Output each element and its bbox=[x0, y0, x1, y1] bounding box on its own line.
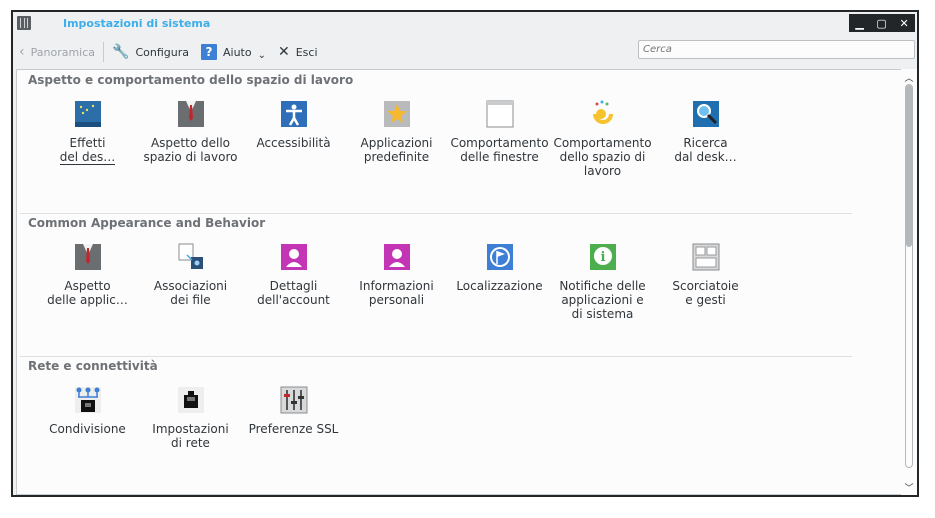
settings-content: Aspetto e comportamento dello spazio di … bbox=[16, 69, 902, 495]
system-settings-window: Impostazioni di sistema ▁ ▢ ✕ ‹ Panorami… bbox=[11, 10, 919, 497]
item-label: Accessibilità bbox=[256, 136, 331, 150]
quit-label: Esci bbox=[295, 45, 318, 59]
close-icon: ✕ bbox=[277, 44, 290, 60]
item-desktop-effects[interactable]: Effetti del des… bbox=[36, 92, 139, 178]
item-shortcuts[interactable]: Scorciatoie e gesti bbox=[654, 235, 757, 321]
wrench-icon: 🔧 bbox=[112, 44, 130, 60]
category-items: Effetti del des… Aspetto dello spazio di… bbox=[36, 92, 757, 178]
item-label: Scorciatoie e gesti bbox=[672, 279, 739, 307]
item-label: Condivisione bbox=[49, 422, 126, 436]
vertical-scrollbar[interactable]: ︿ ﹀ bbox=[901, 69, 917, 495]
accessibility-icon bbox=[280, 100, 308, 128]
item-label: Localizzazione bbox=[456, 279, 543, 293]
item-app-appearance[interactable]: Aspetto delle applic… bbox=[36, 235, 139, 321]
network-settings-icon bbox=[177, 386, 205, 414]
window-title: Impostazioni di sistema bbox=[63, 17, 211, 30]
workspace-theme-icon bbox=[177, 100, 205, 128]
item-label: Effetti del des… bbox=[59, 136, 116, 165]
item-sharing[interactable]: Condivisione bbox=[36, 378, 139, 450]
category-items: Condivisione Impostazioni di rete Prefer… bbox=[36, 378, 345, 450]
personal-info-icon bbox=[383, 243, 411, 271]
ssl-preferences-icon bbox=[280, 386, 308, 414]
category-title: Rete e connettività bbox=[28, 359, 158, 373]
item-notifications[interactable]: i Notifiche delle applicazioni e di sist… bbox=[551, 235, 654, 321]
item-desktop-search[interactable]: Ricerca dal desk… bbox=[654, 92, 757, 178]
help-icon: ? bbox=[200, 44, 217, 60]
back-label: Panoramica bbox=[30, 45, 96, 59]
item-label: Comportamento delle finestre bbox=[450, 136, 549, 164]
item-personal-info[interactable]: Informazioni personali bbox=[345, 235, 448, 321]
scrollbar-track[interactable] bbox=[905, 84, 913, 468]
item-ssl-preferences[interactable]: Preferenze SSL bbox=[242, 378, 345, 450]
scroll-down-icon[interactable]: ﹀ bbox=[901, 481, 917, 494]
item-label: Associazioni dei file bbox=[153, 279, 228, 307]
item-label: Impostazioni di rete bbox=[152, 422, 229, 450]
toolbar-separator bbox=[103, 42, 105, 62]
maximize-button[interactable]: ▢ bbox=[876, 17, 886, 30]
item-label: Applicazioni predefinite bbox=[360, 136, 433, 164]
notifications-icon: i bbox=[589, 243, 617, 271]
quit-button[interactable]: ✕ Esci bbox=[272, 40, 324, 64]
item-accessibility[interactable]: Accessibilità bbox=[242, 92, 345, 178]
item-label: Aspetto delle applic… bbox=[47, 279, 128, 307]
chevron-down-icon[interactable]: ⌄ bbox=[258, 50, 266, 61]
app-appearance-icon bbox=[74, 243, 102, 271]
help-button[interactable]: ? Aiuto ⌄ bbox=[195, 40, 272, 64]
back-button[interactable]: ‹ Panoramica bbox=[13, 40, 101, 64]
item-label: Dettagli dell'account bbox=[257, 279, 330, 307]
category-network: Rete e connettività Condivisione Imposta… bbox=[20, 356, 852, 494]
category-divider bbox=[20, 356, 852, 357]
item-workspace-behaviour[interactable]: Comportamento dello spazio di lavoro bbox=[551, 92, 654, 178]
item-label: Preferenze SSL bbox=[248, 422, 339, 436]
configure-label: Configura bbox=[135, 45, 189, 59]
item-label: Notifiche delle applicazioni e di sistem… bbox=[559, 279, 646, 321]
help-label: Aiuto bbox=[222, 45, 252, 59]
desktop-effects-icon bbox=[74, 100, 102, 128]
item-default-apps[interactable]: Applicazioni predefinite bbox=[345, 92, 448, 178]
item-workspace-theme[interactable]: Aspetto dello spazio di lavoro bbox=[139, 92, 242, 178]
category-title: Common Appearance and Behavior bbox=[28, 216, 266, 230]
chevron-left-icon: ‹ bbox=[19, 44, 25, 60]
account-details-icon bbox=[280, 243, 308, 271]
scrollbar-thumb[interactable] bbox=[906, 85, 912, 247]
desktop-search-icon bbox=[692, 100, 720, 128]
svg-text:i: i bbox=[600, 250, 605, 265]
category-items: Aspetto delle applic… Associazioni dei f… bbox=[36, 235, 757, 321]
category-title: Aspetto e comportamento dello spazio di … bbox=[28, 73, 354, 87]
file-associations-icon bbox=[177, 243, 205, 271]
category-common-appearance: Common Appearance and Behavior Aspetto d… bbox=[20, 213, 852, 356]
minimize-button[interactable]: ▁ bbox=[855, 17, 863, 30]
search-input[interactable] bbox=[638, 40, 915, 59]
item-window-behaviour[interactable]: Comportamento delle finestre bbox=[448, 92, 551, 178]
item-label: Informazioni personali bbox=[359, 279, 434, 307]
item-network-settings[interactable]: Impostazioni di rete bbox=[139, 378, 242, 450]
configure-button[interactable]: 🔧 Configura bbox=[106, 40, 195, 64]
scroll-up-icon[interactable]: ︿ bbox=[901, 71, 917, 84]
category-workspace: Aspetto e comportamento dello spazio di … bbox=[20, 70, 852, 213]
window-controls: ▁ ▢ ✕ bbox=[849, 14, 915, 32]
close-button[interactable]: ✕ bbox=[899, 17, 908, 30]
item-label: Comportamento dello spazio di lavoro bbox=[553, 136, 652, 178]
item-label: Aspetto dello spazio di lavoro bbox=[143, 136, 238, 164]
category-divider bbox=[20, 213, 852, 214]
title-bar[interactable]: Impostazioni di sistema ▁ ▢ ✕ bbox=[13, 12, 917, 36]
item-localization[interactable]: Localizzazione bbox=[448, 235, 551, 321]
localization-icon bbox=[486, 243, 514, 271]
workspace-behaviour-icon bbox=[589, 100, 617, 128]
shortcuts-icon bbox=[692, 243, 720, 271]
default-apps-icon bbox=[383, 100, 411, 128]
settings-app-icon[interactable] bbox=[17, 16, 31, 30]
item-account-details[interactable]: Dettagli dell'account bbox=[242, 235, 345, 321]
item-file-associations[interactable]: Associazioni dei file bbox=[139, 235, 242, 321]
window-behaviour-icon bbox=[486, 100, 514, 128]
sharing-icon bbox=[74, 386, 102, 414]
item-label: Ricerca dal desk… bbox=[674, 136, 737, 164]
